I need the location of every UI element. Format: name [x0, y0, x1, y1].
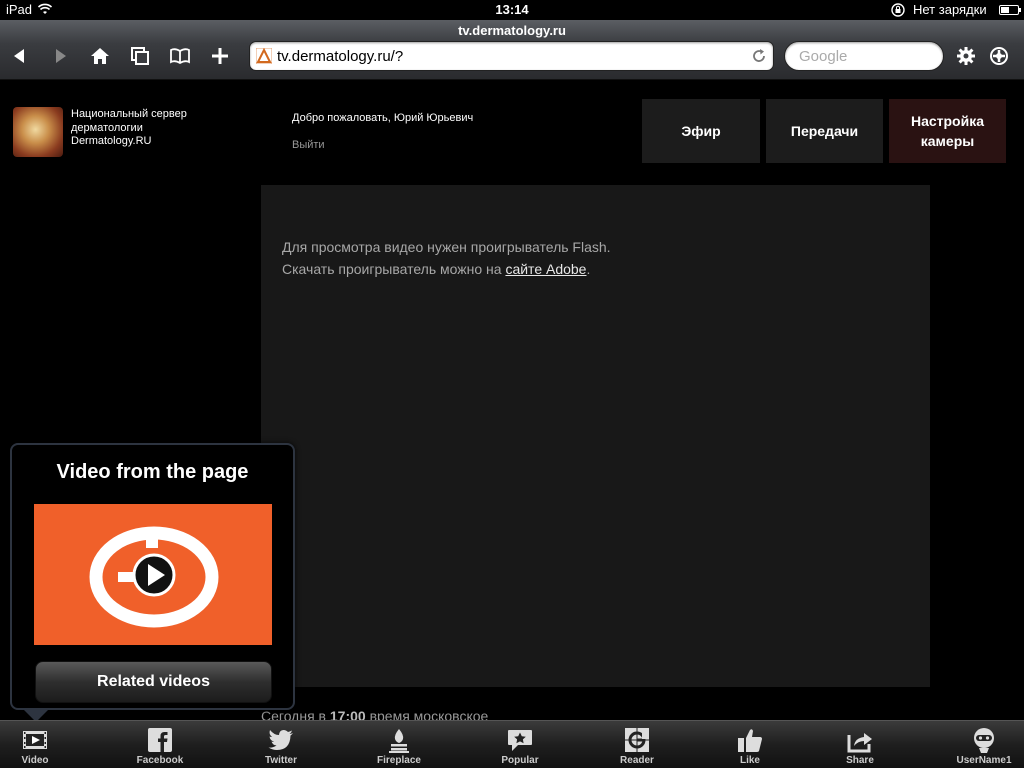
back-button[interactable] [6, 44, 34, 68]
facebook-icon [148, 728, 172, 752]
site-logo[interactable] [13, 107, 63, 157]
rotation-lock-icon [891, 3, 905, 17]
home-icon [91, 48, 109, 64]
play-video-icon [89, 526, 219, 628]
reload-icon[interactable] [751, 48, 767, 64]
address-bar[interactable]: tv.dermatology.ru/? [249, 41, 774, 71]
tab-user[interactable]: UserName1 [944, 721, 1024, 768]
extension-button[interactable] [985, 44, 1013, 68]
video-popup: Video from the page Related videos [10, 443, 295, 710]
extension-icon [990, 47, 1008, 65]
tab-twitter[interactable]: Twitter [241, 721, 321, 768]
battery-icon [999, 5, 1021, 15]
back-arrow-icon [14, 49, 24, 63]
tab-reader[interactable]: Reader [597, 721, 677, 768]
welcome-text: Добро пожаловать, Юрий Юрьевич [292, 112, 474, 124]
site-name[interactable]: Национальный сервер дерматологии Dermato… [71, 108, 187, 149]
tab-share[interactable]: Share [820, 721, 900, 768]
add-button[interactable] [206, 44, 234, 68]
related-videos-button[interactable]: Related videos [35, 661, 272, 703]
adobe-link[interactable]: сайте Adobe [505, 261, 586, 277]
tab-popular[interactable]: Popular [480, 721, 560, 768]
home-button[interactable] [86, 44, 114, 68]
tab-like[interactable]: Like [710, 721, 790, 768]
video-icon [23, 731, 47, 749]
nav-programs-button[interactable]: Передачи [766, 99, 883, 163]
nav-live-button[interactable]: Эфир [642, 99, 760, 163]
video-player[interactable]: Для просмотра видео нужен проигрыватель … [261, 185, 930, 687]
popup-title: Video from the page [56, 461, 249, 483]
pages-button[interactable] [126, 44, 154, 68]
addon-tab-bar: Video Facebook Twitter Fireplace Popular [0, 720, 1024, 768]
video-thumbnail[interactable] [34, 504, 272, 645]
pages-icon [131, 47, 149, 65]
browser-toolbar: tv.dermatology.ru tv.dermatology.ru/? Go… [0, 20, 1024, 80]
tab-facebook[interactable]: Facebook [120, 721, 200, 768]
like-icon [738, 729, 762, 752]
forward-button[interactable] [46, 44, 74, 68]
clock: 13:14 [495, 2, 529, 17]
user-icon [974, 728, 994, 753]
reader-icon [625, 728, 649, 752]
nav-camera-settings-button[interactable]: Настройка камеры [889, 99, 1006, 163]
url-text: tv.dermatology.ru/? [277, 48, 404, 65]
share-icon [847, 733, 872, 753]
battery-status: Нет зарядки [913, 2, 987, 17]
search-input[interactable]: Google [784, 41, 944, 71]
bookmarks-icon [170, 48, 190, 65]
logout-link[interactable]: Выйти [292, 139, 325, 151]
tab-fireplace[interactable]: Fireplace [359, 721, 439, 768]
twitter-icon [268, 730, 293, 750]
forward-arrow-icon [56, 49, 66, 63]
site-favicon-icon [256, 48, 272, 64]
fireplace-icon [389, 729, 409, 753]
status-bar: iPad 13:14 Нет зарядки [0, 0, 1024, 20]
search-placeholder: Google [799, 48, 848, 65]
gear-icon [957, 47, 975, 65]
tab-video[interactable]: Video [0, 721, 75, 768]
plus-icon [212, 48, 228, 64]
popular-icon [508, 730, 532, 751]
bookmarks-button[interactable] [166, 44, 194, 68]
page-title: tv.dermatology.ru [458, 23, 566, 38]
flash-required-message: Для просмотра видео нужен проигрыватель … [282, 239, 611, 277]
settings-button[interactable] [952, 44, 980, 68]
